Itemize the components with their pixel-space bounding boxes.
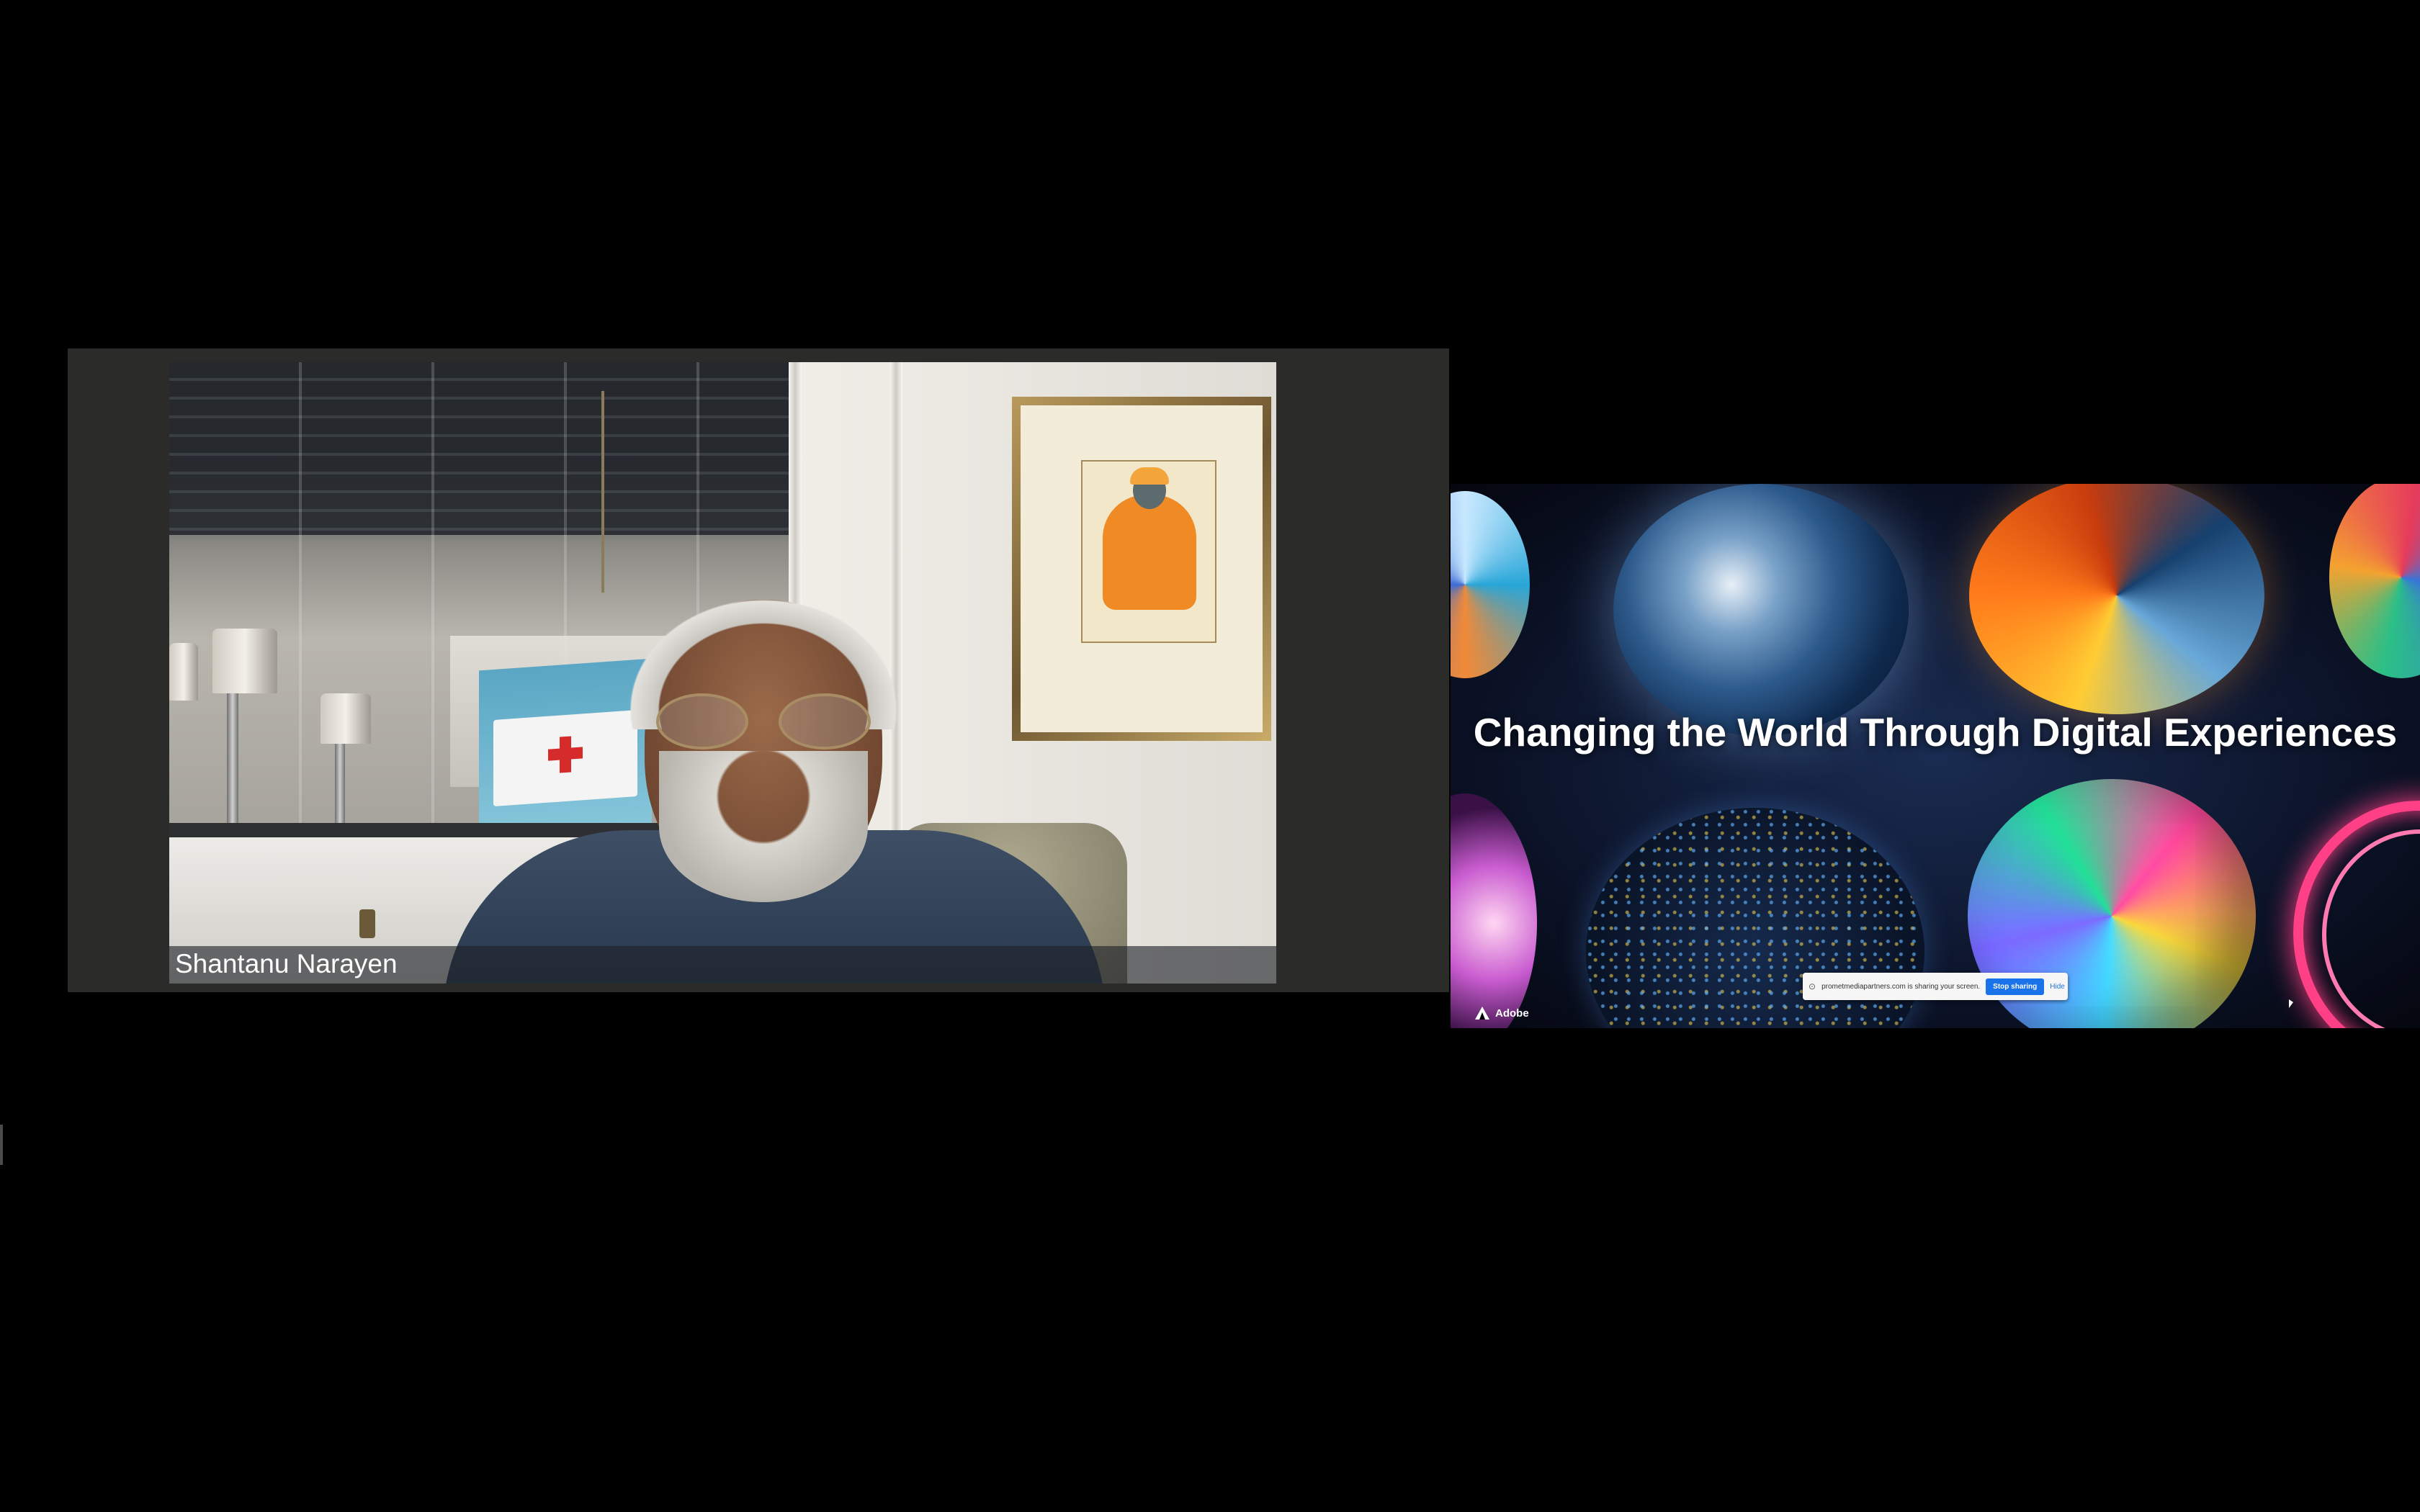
candle (169, 643, 198, 701)
slide-logo: Adobe (1475, 1007, 1529, 1020)
screen-share-notice: ⊙ prometmediapartners.com is sharing you… (1803, 973, 2068, 1000)
poster-red-cross (548, 747, 583, 761)
painting-figure-turban (1130, 467, 1169, 485)
meeting-stage: Shantanu Narayen Changing the World Thro… (0, 0, 2420, 1512)
sphere-graphic (2329, 484, 2420, 678)
slide-logo-text: Adobe (1495, 1007, 1529, 1020)
candle (321, 693, 371, 744)
speaker-glasses (656, 693, 872, 750)
background-ship-poster (479, 658, 652, 837)
sphere-graphic (1451, 793, 1537, 1028)
painting-canvas (1081, 460, 1216, 643)
hide-button[interactable]: Hide (2050, 983, 2065, 991)
screen-share-notice-text: prometmediapartners.com is sharing your … (1821, 982, 1981, 991)
glasses-lens (656, 693, 748, 750)
painting-mat (1021, 405, 1263, 732)
shared-screen-tile[interactable]: Changing the World Through Digital Exper… (1451, 484, 2420, 1028)
candle (212, 629, 277, 693)
mouse-cursor-icon (2289, 999, 2293, 1008)
stop-sharing-button[interactable]: Stop sharing (1986, 978, 2045, 995)
earth-sphere-graphic (1613, 484, 1909, 736)
screen-share-icon: ⊙ (1809, 981, 1816, 991)
participant-name-bar: Shantanu Narayen (169, 946, 1276, 984)
adobe-logo-icon (1475, 1007, 1489, 1020)
speaker-beard (659, 751, 868, 902)
framed-painting (1012, 397, 1271, 741)
background-chandelier (601, 391, 604, 593)
painting-figure (1103, 495, 1196, 610)
speaker-video-tile[interactable]: Shantanu Narayen (68, 348, 1449, 992)
fire-sphere-graphic (1969, 484, 2264, 714)
glasses-lens (779, 693, 871, 750)
participant-name-label: Shantanu Narayen (175, 949, 398, 978)
speaker-video-feed: Shantanu Narayen (169, 362, 1276, 984)
edge-handle[interactable] (0, 1125, 3, 1165)
slide-title: Changing the World Through Digital Exper… (1473, 710, 2398, 755)
drawer-pull (359, 909, 375, 938)
sphere-graphic (1451, 491, 1530, 678)
